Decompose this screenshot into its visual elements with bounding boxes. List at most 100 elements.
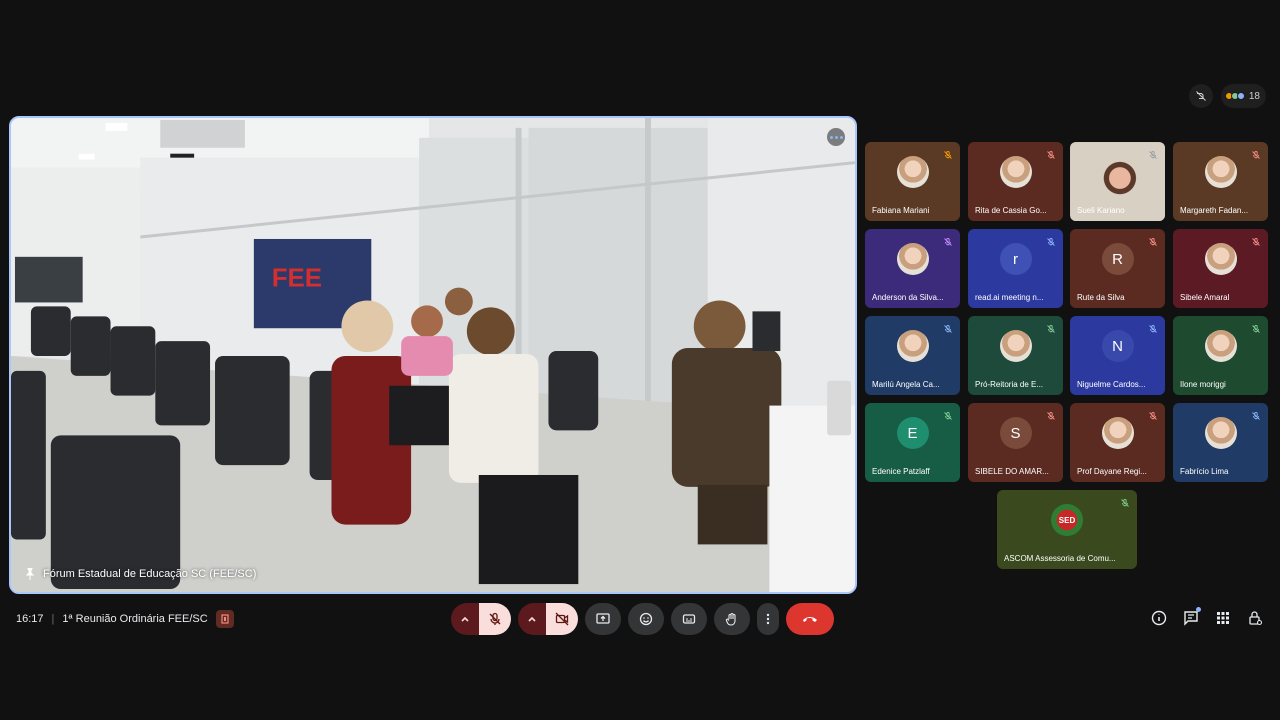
- participant-avatar: R: [1101, 243, 1134, 276]
- muted-mic-icon: [1146, 322, 1160, 336]
- participant-tile[interactable]: Fabiana Mariani: [865, 142, 960, 221]
- side-panel-controls: [1150, 607, 1264, 627]
- mic-control-group: [451, 603, 511, 635]
- participant-tile[interactable]: Margareth Fadan...: [1173, 142, 1268, 221]
- chat-notification-dot: [1196, 607, 1201, 612]
- recording-icon: [215, 610, 234, 628]
- mic-options-button[interactable]: [451, 603, 479, 635]
- muted-mic-icon: [941, 409, 955, 423]
- participant-avatar: N: [1101, 330, 1134, 363]
- muted-mic-icon: [941, 148, 955, 162]
- participant-avatar: [896, 243, 929, 276]
- participant-name: read.ai meeting n...: [975, 293, 1044, 302]
- activities-button[interactable]: [1214, 609, 1232, 627]
- participant-name: Niguelme Cardos...: [1077, 380, 1146, 389]
- muted-mic-icon: [1044, 409, 1058, 423]
- participant-name: Sibele Amaral: [1180, 293, 1230, 302]
- participant-tile[interactable]: Anderson da Silva...: [865, 229, 960, 308]
- participant-avatar: E: [896, 417, 929, 450]
- top-indicators: 18: [1188, 84, 1266, 108]
- muted-mic-icon: [1146, 409, 1160, 423]
- raise-hand-button[interactable]: [714, 603, 750, 635]
- meeting-title[interactable]: 1ª Reunião Ordinária FEE/SC: [62, 613, 207, 625]
- participant-name: Pró-Reitoria de E...: [975, 380, 1044, 389]
- participant-tile[interactable]: E Edenice Patzlaff: [865, 403, 960, 482]
- muted-mic-icon: [1118, 496, 1132, 510]
- participant-name: Ilone moriggi: [1180, 380, 1226, 389]
- muted-mic-icon: [1249, 409, 1263, 423]
- muted-mic-icon: [1249, 235, 1263, 249]
- participant-name: Margareth Fadan...: [1180, 206, 1249, 215]
- participant-tile[interactable]: SED ASCOM Assessoria de Comu...: [997, 490, 1137, 569]
- captions-button[interactable]: [671, 603, 707, 635]
- camera-off-small-icon: [1196, 91, 1206, 101]
- banner-text: FEE: [272, 265, 322, 293]
- participant-avatar: [1101, 417, 1134, 450]
- camera-options-button[interactable]: [518, 603, 546, 635]
- participant-tile[interactable]: Prof Dayane Regi...: [1070, 403, 1165, 482]
- mini-avatars: [1224, 92, 1245, 100]
- participant-name: Prof Dayane Regi...: [1077, 467, 1147, 476]
- participant-name: Fabiana Mariani: [872, 206, 930, 215]
- participant-avatar: [999, 156, 1032, 189]
- participant-name: Fabrício Lima: [1180, 467, 1229, 476]
- participant-name: SIBELE DO AMAR...: [975, 467, 1049, 476]
- hand-icon: [725, 612, 736, 626]
- participant-tile[interactable]: Fabrício Lima: [1173, 403, 1268, 482]
- present-screen-icon: [596, 613, 610, 624]
- chat-button[interactable]: [1182, 607, 1201, 627]
- main-video-label: Fórum Estadual de Educação SC (FEE/SC): [25, 568, 256, 580]
- hang-up-icon: [803, 617, 817, 622]
- camera-control-group: [518, 603, 578, 635]
- hidden-tiles-indicator[interactable]: [1188, 84, 1213, 108]
- more-options-button[interactable]: [757, 603, 779, 635]
- participant-tile[interactable]: S SIBELE DO AMAR...: [968, 403, 1063, 482]
- participant-avatar: [999, 330, 1032, 363]
- muted-mic-icon: [1249, 148, 1263, 162]
- participants-indicator[interactable]: 18: [1220, 84, 1266, 108]
- camera-toggle-button[interactable]: [546, 603, 578, 635]
- muted-mic-icon: [1044, 322, 1058, 336]
- participant-tile[interactable]: r read.ai meeting n...: [968, 229, 1063, 308]
- participant-avatar: [896, 156, 929, 189]
- participant-name: Anderson da Silva...: [872, 293, 944, 302]
- main-video-tile[interactable]: FEE Fórum Estadual de Educação SC (FEE/S…: [9, 116, 857, 594]
- participant-tile[interactable]: R Rute da Silva: [1070, 229, 1165, 308]
- chevron-up-icon: [528, 616, 536, 622]
- mic-toggle-button[interactable]: [479, 603, 511, 635]
- leave-call-button[interactable]: [786, 603, 834, 635]
- participant-tile[interactable]: Pró-Reitoria de E...: [968, 316, 1063, 395]
- participant-tile[interactable]: N Niguelme Cardos...: [1070, 316, 1165, 395]
- present-button[interactable]: [585, 603, 621, 635]
- participant-avatar: [1204, 417, 1237, 450]
- pin-icon[interactable]: [25, 568, 35, 580]
- call-controls: [451, 603, 834, 635]
- participant-avatar: r: [999, 243, 1032, 276]
- participant-avatar: S: [999, 417, 1032, 450]
- muted-mic-icon: [941, 235, 955, 249]
- participant-avatar: [1204, 330, 1237, 363]
- info-icon: [1151, 610, 1167, 626]
- muted-mic-icon: [1249, 322, 1263, 336]
- participant-tile[interactable]: Marilú Angela Ca...: [865, 316, 960, 395]
- participant-tile[interactable]: Sueli Kariano: [1070, 142, 1165, 221]
- host-controls-button[interactable]: [1246, 609, 1264, 627]
- main-video-name: Fórum Estadual de Educação SC (FEE/SC): [43, 568, 257, 580]
- camera-off-icon: [555, 612, 569, 626]
- participant-name: Rita de Cassia Go...: [975, 206, 1047, 215]
- muted-mic-icon: [1044, 148, 1058, 162]
- participant-tile[interactable]: Rita de Cassia Go...: [968, 142, 1063, 221]
- muted-mic-icon: [941, 322, 955, 336]
- reactions-button[interactable]: [628, 603, 664, 635]
- participant-tile[interactable]: Sibele Amaral: [1173, 229, 1268, 308]
- participant-name: Rute da Silva: [1077, 293, 1125, 302]
- meeting-details-button[interactable]: [1150, 609, 1168, 627]
- activities-icon: [1217, 612, 1229, 624]
- participant-name: Edenice Patzlaff: [872, 467, 930, 476]
- emoji-icon: [639, 612, 653, 626]
- participant-avatar: [1204, 156, 1237, 189]
- participant-count: 18: [1248, 90, 1260, 102]
- mic-off-icon: [489, 612, 501, 625]
- participant-tile[interactable]: Ilone moriggi: [1173, 316, 1268, 395]
- meeting-info: 16:17 | 1ª Reunião Ordinária FEE/SC: [16, 610, 234, 628]
